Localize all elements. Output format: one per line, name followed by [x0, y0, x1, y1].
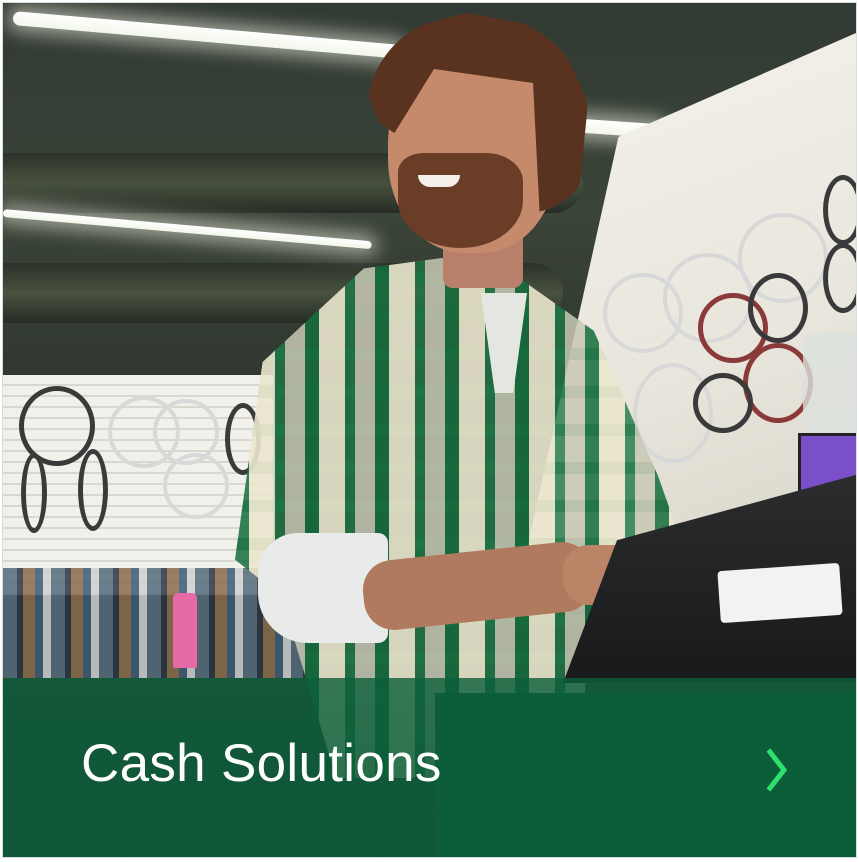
chevron-right-icon[interactable] — [759, 747, 795, 793]
bike-wheel — [693, 373, 753, 433]
register-label — [717, 562, 843, 624]
bike-wheel — [748, 273, 808, 343]
bike-wheel — [163, 453, 229, 519]
chevron-right-icon — [766, 748, 788, 792]
card-title[interactable]: Cash Solutions — [81, 737, 442, 790]
bike-wheel — [823, 175, 856, 245]
bike-wheel — [21, 453, 47, 533]
feature-card[interactable]: Cash Solutions — [2, 2, 857, 858]
glass-jar — [803, 333, 856, 433]
beard — [398, 153, 523, 248]
bike-wheel — [823, 243, 856, 313]
spray-bottle — [173, 593, 197, 668]
smile — [418, 175, 460, 187]
bike-wheel — [78, 449, 108, 531]
